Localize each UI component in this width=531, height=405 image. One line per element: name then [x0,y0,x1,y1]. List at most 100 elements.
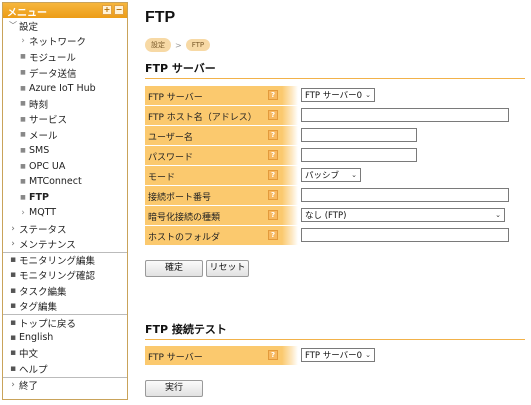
help-icon[interactable]: ? [268,130,278,140]
bullet-icon: ▪ [9,270,17,281]
port-input[interactable] [301,188,509,202]
menu-item-label: トップに戻る [19,318,77,330]
menu-item-mtconnect[interactable]: ■ MTConnect [3,174,127,190]
sidebar-menu: メニュー + − ﹀ 設定 › ネットワーク ■ モジュール ■ データ送信 ■ Azur… [2,2,128,400]
ftp-server-select[interactable]: FTP サーバー0 ⌄ [301,88,375,102]
menu-item-label: 終了 [19,380,39,392]
menu-item-data-send[interactable]: ■ データ送信 [3,65,127,81]
chevron-down-icon: ﹀ [9,21,17,31]
bullet-icon: ■ [20,115,26,123]
select-value: パッシブ [305,171,340,181]
menu-item-back-to-top[interactable]: ▪ トップに戻る [3,314,127,330]
bullet-icon: ▪ [9,285,17,296]
form-row-ftp-server: FTP サーバー ? FTP サーバー0 ⌄ [145,86,525,105]
host-folder-input[interactable] [301,228,509,242]
menu-item-label: モニタリング編集 [19,256,96,268]
menu-item-module[interactable]: ■ モジュール [3,49,127,65]
bullet-icon: ▪ [9,332,17,343]
chevron-down-icon: ⌄ [351,171,357,179]
page-title: FTP [145,9,176,26]
menu-item-label: 中文 [19,349,39,361]
menu-item-tag-edit[interactable]: ▪ タグ編集 [3,299,127,315]
chevron-down-icon: ⌄ [365,91,371,99]
form-row-host-folder: ホストのフォルダ ? [145,226,525,245]
menu-item-label: サービス [29,115,68,127]
menu-item-status[interactable]: › ステータス [3,221,127,237]
chevron-right-icon: › [21,36,25,47]
menu-item-label: English [19,332,54,344]
menu-item-opc-ua[interactable]: ■ OPC UA [3,158,127,174]
menu-item-help[interactable]: ▪ ヘルプ [3,361,127,377]
menu-item-label: データ送信 [29,68,77,80]
menu-item-ftp[interactable]: ■ FTP [3,190,127,206]
field-label: 暗号化接続の種類 [145,206,282,225]
menu-item-monitoring-view[interactable]: ▪ モニタリング確認 [3,268,127,284]
expand-all-icon[interactable]: + [102,5,112,15]
breadcrumb-separator: > [175,40,182,50]
help-icon[interactable]: ? [268,210,278,220]
menu-item-sms[interactable]: ■ SMS [3,143,127,159]
menu-item-label: メール [29,130,58,142]
menu-item-monitoring-edit[interactable]: ▪ モニタリング編集 [3,251,127,268]
menu-item-label: タスク編集 [19,286,67,298]
menu-item-mail[interactable]: ■ メール [3,127,127,143]
menu-item-exit[interactable]: › 終了 [3,376,127,393]
menu-item-mqtt[interactable]: › MQTT [3,205,127,221]
confirm-button[interactable]: 確定 [145,260,203,277]
menu-item-english[interactable]: ▪ English [3,330,127,346]
help-icon[interactable]: ? [268,150,278,160]
ftp-host-input[interactable] [301,108,509,122]
menu-item-chinese[interactable]: ▪ 中文 [3,345,127,361]
menu-item-network[interactable]: › ネットワーク [3,34,127,50]
menu-item-label: 時刻 [29,99,49,111]
run-test-button[interactable]: 実行 [145,380,203,397]
menu-item-label: ステータス [19,224,67,236]
menu-item-azure-iot-hub[interactable]: ■ Azure IoT Hub [3,80,127,96]
test-server-select[interactable]: FTP サーバー0 ⌄ [301,348,375,362]
reset-button[interactable]: リセット [206,260,249,277]
encryption-select[interactable]: なし (FTP) ⌄ [301,208,505,222]
help-icon[interactable]: ? [268,350,278,360]
bullet-icon: ■ [20,131,26,139]
bullet-icon: ▪ [9,317,17,328]
form-row-test-server: FTP サーバー ? FTP サーバー0 ⌄ [145,346,525,365]
field-label: モード [145,166,282,185]
menu-item-time[interactable]: ■ 時刻 [3,96,127,112]
menu-item-label: ネットワーク [29,37,87,49]
bullet-icon: ■ [20,69,26,77]
menu-item-label: モニタリング確認 [19,271,96,283]
form-row-encryption: 暗号化接続の種類 ? なし (FTP) ⌄ [145,206,525,225]
bullet-icon: ▪ [9,301,17,312]
menu-item-service[interactable]: ■ サービス [3,112,127,128]
select-value: FTP サーバー0 [305,351,363,361]
menu-item-label: 設定 [19,21,39,33]
bullet-icon: ■ [20,178,26,186]
form-row-password: パスワード ? [145,146,525,165]
help-icon[interactable]: ? [268,170,278,180]
mode-select[interactable]: パッシブ ⌄ [301,168,361,182]
menu-item-label: Azure IoT Hub [29,82,96,94]
collapse-all-icon[interactable]: − [114,5,124,15]
chevron-down-icon: ⌄ [365,351,371,359]
ftp-test-section-title: FTP 接続テスト [145,321,525,340]
menu-item-maintenance[interactable]: › メンテナンス [3,236,127,252]
form-row-username: ユーザー名 ? [145,126,525,145]
menu-item-task-edit[interactable]: ▪ タスク編集 [3,283,127,299]
breadcrumb-settings[interactable]: 設定 [145,38,171,52]
menu-item-settings[interactable]: ﹀ 設定 [3,18,127,34]
form-row-mode: モード ? パッシブ ⌄ [145,166,525,185]
chevron-down-icon: ⌄ [495,211,501,219]
username-input[interactable] [301,128,417,142]
menu-item-label: タグ編集 [19,302,58,314]
breadcrumb: 設定 > FTP [145,38,211,52]
help-icon[interactable]: ? [268,230,278,240]
bullet-icon: ■ [20,53,26,61]
help-icon[interactable]: ? [268,190,278,200]
password-input[interactable] [301,148,417,162]
form-row-port: 接続ポート番号 ? [145,186,525,205]
breadcrumb-ftp: FTP [185,39,211,51]
help-icon[interactable]: ? [268,90,278,100]
help-icon[interactable]: ? [268,110,278,120]
bullet-icon: ■ [20,84,26,92]
form-row-ftp-host: FTP ホスト名（アドレス） ? [145,106,525,125]
